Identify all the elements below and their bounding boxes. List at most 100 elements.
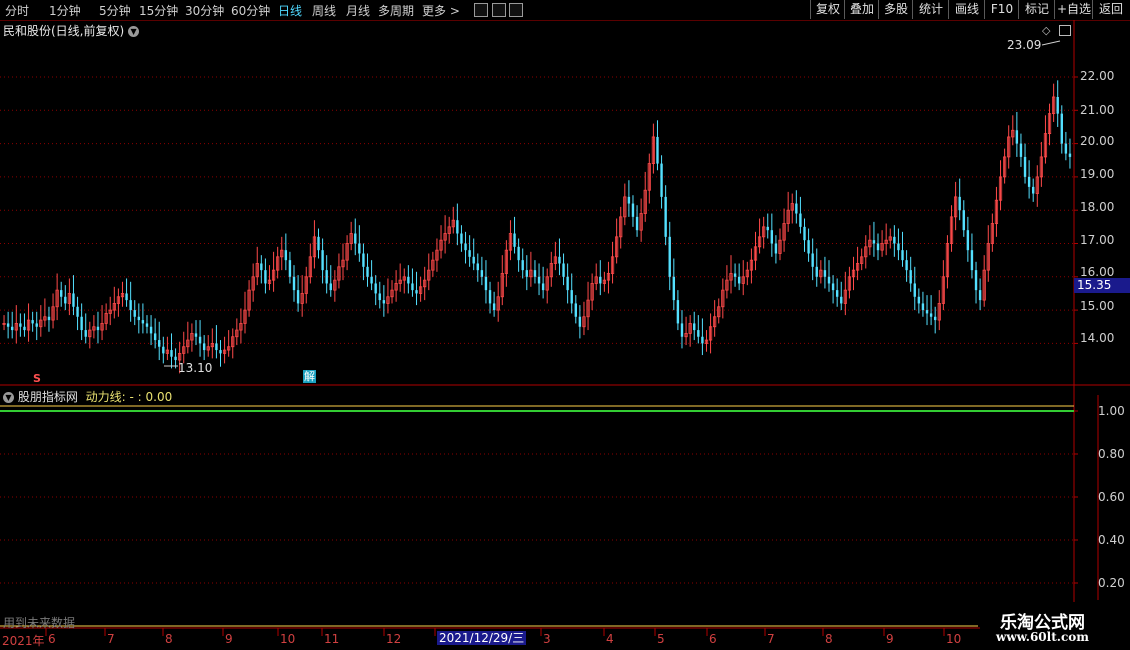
candle-body: [96, 326, 100, 331]
x-axis-label: 5: [657, 632, 665, 646]
candle-body: [317, 236, 320, 251]
selected-date-badge: 2021/12/29/三: [437, 631, 527, 645]
x-axis-label: 8: [165, 632, 173, 646]
candle-body: [84, 330, 87, 337]
candle-body: [194, 333, 198, 337]
candle-body: [415, 290, 418, 294]
candle-body: [676, 300, 680, 324]
candle-body: [219, 350, 222, 354]
candle-body: [264, 270, 267, 284]
candle-body: [153, 333, 157, 341]
candle-body: [803, 226, 806, 241]
candle-body: [1027, 176, 1031, 187]
candle-body: [47, 316, 51, 321]
candle-body: [521, 260, 524, 271]
candle-body: [11, 326, 14, 331]
candle-body: [133, 310, 136, 317]
x-axis-label: 10: [280, 632, 296, 646]
sell-signal-marker: S: [33, 372, 41, 385]
indicator-value: 动力线: - : 0.00: [85, 390, 173, 404]
unlock-event-marker[interactable]: 解: [303, 370, 316, 383]
candle-body: [701, 336, 704, 344]
max-price-label: 23.09: [1007, 38, 1042, 52]
candle-body: [158, 340, 161, 347]
future-data-note: 用到未来数据: [3, 616, 76, 630]
candle-body: [354, 233, 357, 244]
candle-body: [807, 240, 810, 254]
candle-body: [525, 270, 528, 277]
candle-body: [541, 283, 545, 291]
candle-body: [202, 343, 206, 351]
candle-body: [770, 230, 774, 244]
candle-body: [456, 220, 459, 234]
indicator-tick: 0.60: [1098, 490, 1125, 504]
x-axis-label: 6: [709, 632, 717, 646]
candle-body: [31, 320, 34, 324]
candle-body: [325, 270, 328, 284]
max-arrow: [1041, 40, 1061, 46]
indicator-lines: [0, 405, 1074, 412]
candles: [2, 40, 1072, 374]
indicator-header: ▼ 股朋指标网 动力线: - : 0.00: [3, 388, 172, 405]
candle-body: [774, 243, 778, 254]
price-tick: 16.00: [1080, 265, 1115, 279]
candle-body: [149, 326, 153, 334]
candle-body: [815, 266, 818, 277]
candle-body: [1023, 156, 1027, 177]
x-axis-label: 7: [767, 632, 775, 646]
candle-body: [766, 226, 769, 231]
candle-body: [215, 343, 218, 351]
x-axis-label: 12: [386, 632, 402, 646]
watermark-logo: 乐淘公式网 www.60lt.com: [980, 602, 1130, 650]
candle-body: [664, 196, 667, 237]
candle-body: [296, 290, 300, 304]
candle-body: [480, 270, 484, 277]
indicator-tick: 1.00: [1098, 404, 1125, 418]
candle-body: [962, 210, 965, 231]
indicator-tick: 0.40: [1098, 533, 1125, 547]
candle-body: [795, 203, 798, 214]
candle-body: [464, 243, 467, 251]
candle-body: [656, 136, 659, 164]
candle-body: [513, 233, 516, 247]
candle-body: [901, 250, 904, 261]
candle-body: [831, 283, 835, 291]
indicator-name[interactable]: 股朋指标网: [18, 390, 78, 404]
min-price-label: 13.10: [178, 361, 213, 375]
candle-body: [170, 350, 173, 357]
candle-body: [145, 323, 149, 327]
candle-body: [329, 283, 332, 291]
candle-body: [76, 306, 79, 317]
candle-body: [378, 293, 381, 301]
candle-body: [680, 323, 684, 337]
candle-body: [631, 203, 635, 217]
candle-body: [472, 256, 475, 264]
price-tick: 21.00: [1080, 103, 1115, 117]
candle-body: [35, 323, 38, 327]
x-axis-label: 8: [825, 632, 833, 646]
candle-body: [905, 260, 908, 271]
candle-body: [811, 253, 814, 267]
candle-body: [1032, 186, 1035, 194]
candle-body: [72, 293, 75, 307]
chart-grid: [0, 20, 1130, 636]
indicator-tick: 0.80: [1098, 447, 1125, 461]
candle-body: [1015, 130, 1019, 144]
candle-body: [288, 260, 292, 277]
candle-body: [970, 250, 974, 271]
x-axis-label: 9: [225, 632, 233, 646]
chevron-down-icon[interactable]: ▼: [3, 392, 14, 403]
candle-body: [137, 316, 141, 321]
price-tick: 15.00: [1080, 299, 1115, 313]
x-axis-label: 11: [324, 632, 340, 646]
candle-body: [411, 283, 414, 291]
candle-body: [292, 276, 296, 291]
candle-body: [933, 316, 937, 321]
candle-body: [897, 243, 900, 251]
candle-body: [966, 230, 970, 251]
candle-body: [358, 243, 361, 254]
candle-body: [635, 216, 639, 231]
candle-body: [162, 346, 165, 354]
candle-body: [80, 316, 83, 331]
candle-body: [872, 240, 876, 244]
